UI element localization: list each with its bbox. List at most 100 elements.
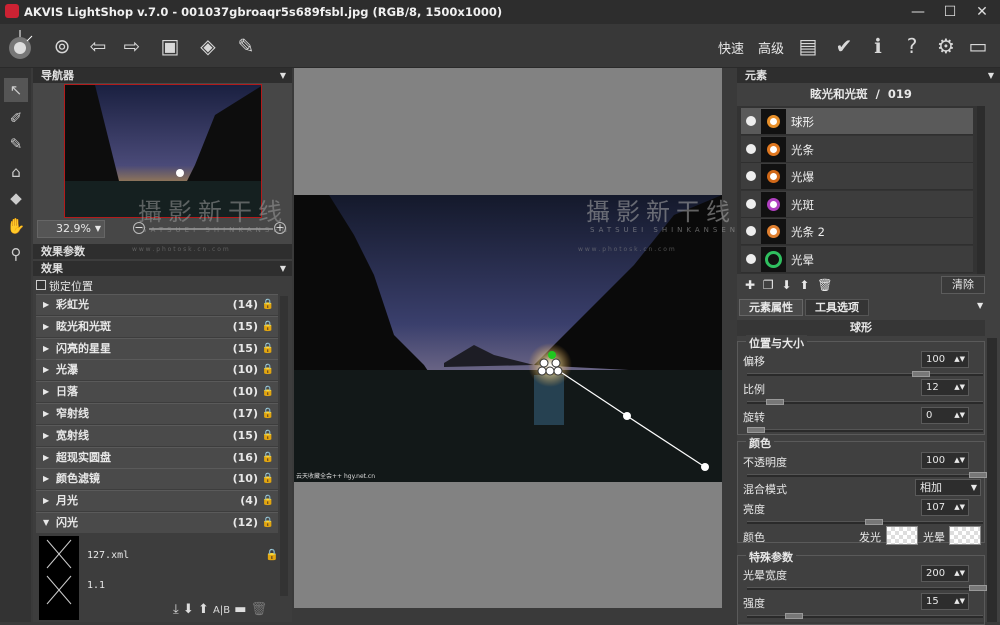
property-value[interactable]: 12 ▲▼: [921, 379, 969, 396]
stamp-icon[interactable]: ⌂: [4, 160, 28, 184]
property-slider[interactable]: [747, 472, 987, 478]
property-slider[interactable]: [747, 613, 983, 619]
glow-color-swatch[interactable]: [886, 526, 918, 545]
property-value[interactable]: 107 ▲▼: [921, 499, 969, 516]
download-icon[interactable]: ⬇: [183, 602, 194, 617]
zoom-icon[interactable]: ⚲: [4, 242, 28, 266]
layout-icon[interactable]: ▤: [794, 32, 822, 60]
effect-category[interactable]: ▶ 宽射线 (15) 🔒: [36, 424, 278, 446]
property-slider[interactable]: [747, 371, 983, 377]
help-icon[interactable]: ?: [898, 32, 926, 60]
run-icon[interactable]: ▣: [156, 32, 184, 60]
value-text: 107: [926, 502, 946, 513]
slider-handle[interactable]: [912, 371, 931, 377]
canvas-vscroll[interactable]: [722, 68, 736, 622]
halo-color-swatch[interactable]: [949, 526, 981, 545]
element-row[interactable]: 光条 2: [741, 218, 973, 246]
slider-handle[interactable]: [747, 427, 765, 433]
category-name: 闪光: [56, 516, 78, 529]
preset-item[interactable]: 1.1: [87, 580, 105, 591]
slider-handle[interactable]: [765, 399, 784, 405]
effect-category[interactable]: ▶ 闪亮的星星 (15) 🔒: [36, 337, 278, 359]
eraser-icon[interactable]: ✎: [4, 132, 28, 156]
slider-handle[interactable]: [968, 585, 987, 591]
element-row[interactable]: 光条: [741, 135, 973, 163]
value-text: 200: [926, 568, 946, 579]
property-label: 旋转: [743, 411, 765, 424]
message-icon[interactable]: ▭: [964, 32, 992, 60]
effects-scrollbar[interactable]: [280, 296, 288, 596]
panel-menu-icon[interactable]: ▼: [988, 68, 994, 83]
props-scrollbar[interactable]: [987, 338, 997, 622]
close-button[interactable]: ✕: [970, 2, 994, 22]
hand-icon[interactable]: ✋: [4, 214, 28, 238]
folder-icon[interactable]: ▬: [234, 602, 246, 617]
select-tool-icon[interactable]: ↖: [4, 78, 28, 102]
panel-menu-icon[interactable]: ▼: [280, 68, 286, 83]
photo-canvas[interactable]: 云天收藏全会++ hgy.net.cn: [294, 195, 722, 482]
element-row[interactable]: 球形: [741, 108, 973, 135]
effect-category[interactable]: ▶ 超现实圆盘 (16) 🔒: [36, 446, 278, 468]
effect-category[interactable]: ▼ 闪光 (12) 🔒: [36, 512, 278, 533]
back-icon[interactable]: ⇦: [84, 32, 112, 60]
batch-icon[interactable]: ◈: [194, 32, 222, 60]
upload-icon[interactable]: ⬆: [198, 602, 209, 617]
element-row[interactable]: 光斑: [741, 190, 973, 218]
effect-category[interactable]: ▶ 彩虹光 (14) 🔒: [36, 294, 278, 315]
element-row[interactable]: 光爆: [741, 163, 973, 191]
minimize-button[interactable]: —: [906, 2, 930, 22]
category-name: 超现实圆盘: [56, 450, 111, 464]
property-value[interactable]: 100 ▲▼: [921, 452, 969, 469]
rename-icon[interactable]: A|B: [213, 605, 230, 616]
category-count: (15): [232, 341, 258, 355]
effect-category[interactable]: ▶ 月光 (4) 🔒: [36, 490, 278, 512]
trash-icon[interactable]: 🗑: [251, 602, 268, 617]
settings-icon[interactable]: ⚙: [932, 32, 960, 60]
property-value[interactable]: 15 ▲▼: [921, 593, 969, 610]
mode-express-button[interactable]: 快速: [718, 38, 744, 57]
tag-icon[interactable]: ◆: [4, 186, 28, 210]
chevron-down-icon[interactable]: ▼: [95, 221, 101, 237]
apply-icon[interactable]: ✔: [830, 32, 858, 60]
lock-position-checkbox[interactable]: [36, 280, 46, 290]
property-slider[interactable]: [747, 427, 983, 433]
panel-menu-icon[interactable]: ▼: [280, 261, 286, 276]
slider-handle[interactable]: [784, 613, 803, 619]
mode-advanced-button[interactable]: 高级: [758, 38, 784, 57]
color-row: 颜色 发光 光晕: [741, 525, 985, 547]
property-slider[interactable]: [747, 585, 987, 591]
property-value[interactable]: 0 ▲▼: [921, 407, 969, 424]
effect-category[interactable]: ▶ 光瀑 (10) 🔒: [36, 359, 278, 381]
visibility-toggle[interactable]: [746, 198, 756, 209]
element-row[interactable]: 光晕: [741, 246, 973, 273]
lock-icon: 🔒: [261, 342, 274, 354]
visibility-toggle[interactable]: [746, 171, 756, 182]
property-slider[interactable]: [747, 519, 983, 525]
effect-category[interactable]: ▶ 颜色滤镜 (10) 🔒: [36, 468, 278, 490]
effect-category[interactable]: ▶ 眩光和光斑 (15) 🔒: [36, 315, 278, 337]
slider-handle[interactable]: [968, 472, 987, 478]
forward-icon[interactable]: ⇨: [118, 32, 146, 60]
chevron-right-icon: ▶: [43, 452, 50, 462]
property-slider[interactable]: [747, 399, 983, 405]
share-icon[interactable]: ✎: [232, 32, 260, 60]
visibility-toggle[interactable]: [746, 143, 756, 154]
zoom-field[interactable]: 32.9% ▼: [37, 220, 105, 238]
import-icon[interactable]: ⤓: [173, 602, 179, 617]
property-row: 旋转 0 ▲▼: [741, 407, 985, 437]
effect-category[interactable]: ▶ 窄射线 (17) 🔒: [36, 403, 278, 424]
property-value[interactable]: 100 ▲▼: [921, 351, 969, 368]
visibility-toggle[interactable]: [746, 226, 756, 237]
info-icon[interactable]: ℹ: [864, 32, 892, 60]
visibility-toggle[interactable]: [746, 116, 756, 126]
property-value[interactable]: 200 ▲▼: [921, 565, 969, 582]
preset-item[interactable]: 127.xml: [87, 550, 129, 561]
preset-thumb[interactable]: [39, 536, 79, 620]
effect-category[interactable]: ▶ 日落 (10) 🔒: [36, 381, 278, 403]
maximize-button[interactable]: ☐: [938, 2, 962, 22]
visibility-toggle[interactable]: [746, 254, 756, 264]
blend-mode-select[interactable]: 相加 ▼: [915, 479, 981, 496]
brush-icon[interactable]: ✐: [4, 106, 28, 130]
open-icon[interactable]: ⊚: [48, 32, 76, 60]
canvas-hscroll[interactable]: [294, 608, 722, 622]
